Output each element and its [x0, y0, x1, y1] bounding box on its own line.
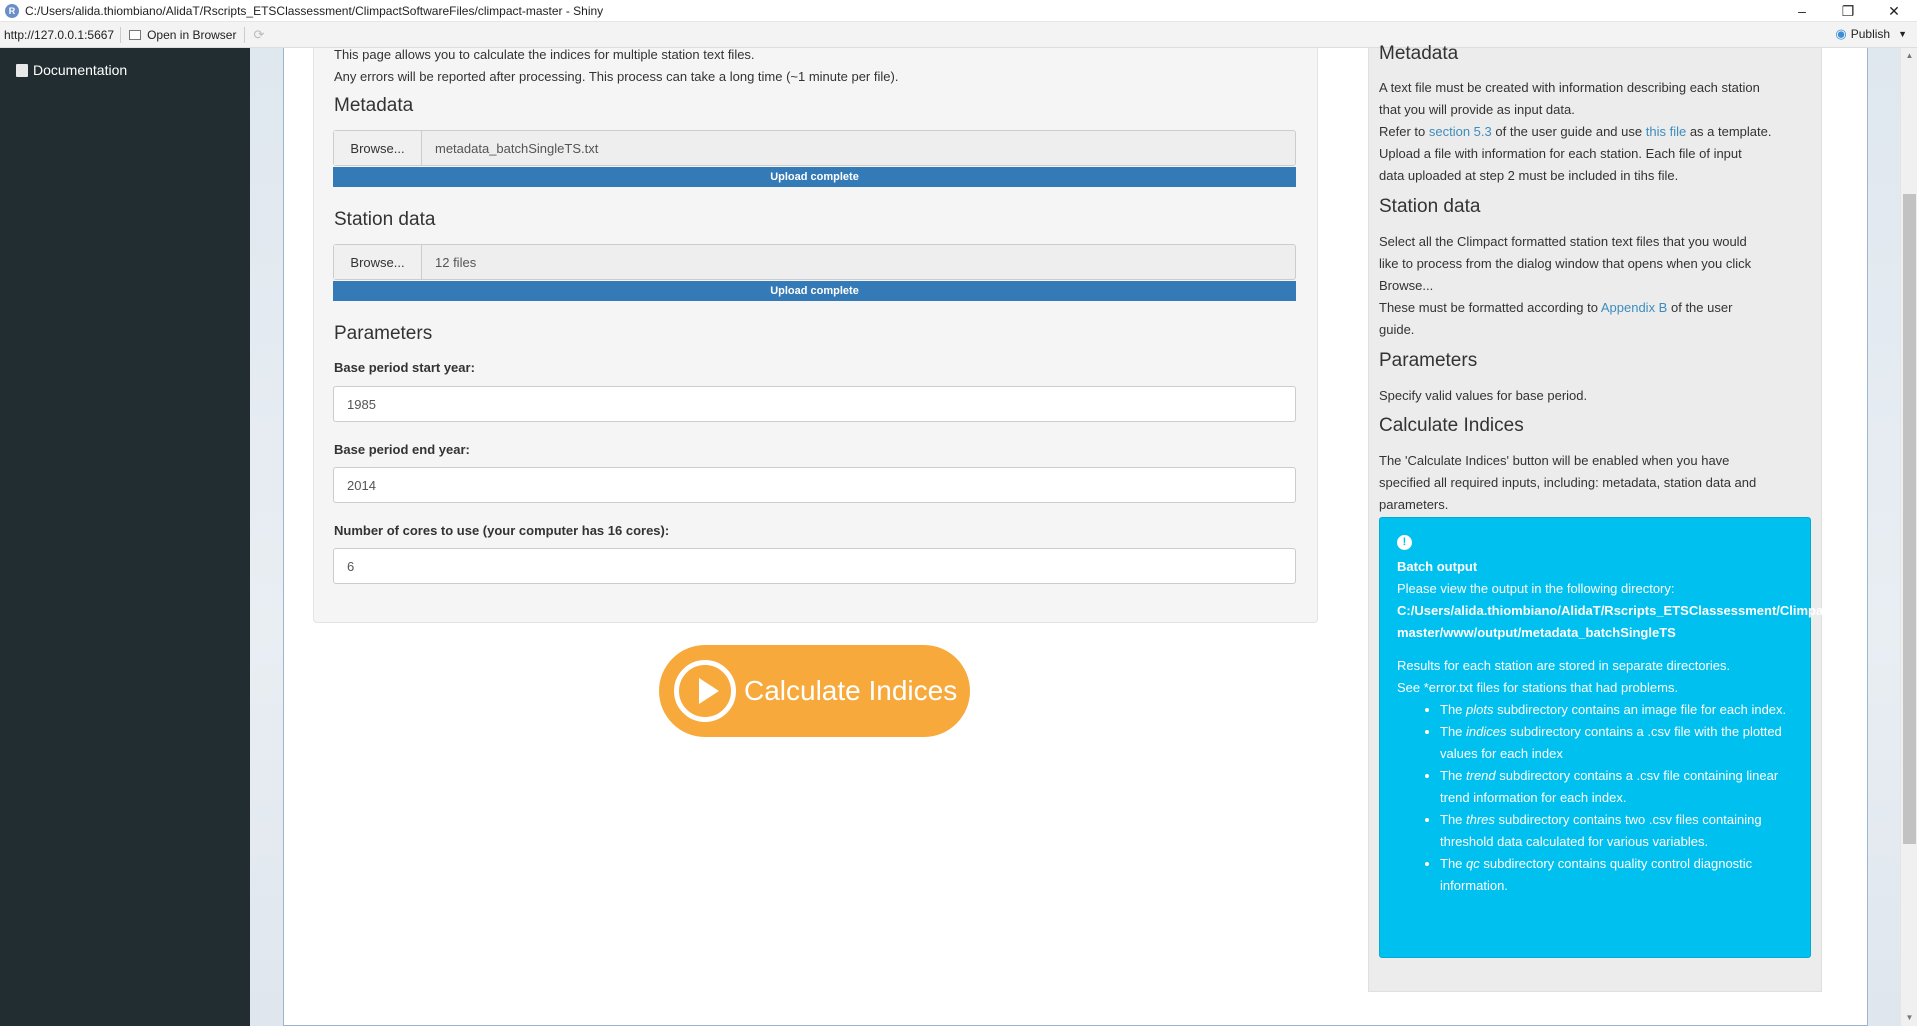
list-item: The qc subdirectory contains quality con…: [1440, 853, 1795, 897]
help-parameters-heading: Parameters: [1379, 350, 1478, 371]
start-year-label: Base period start year:: [334, 360, 475, 375]
info-icon: !: [1397, 535, 1412, 550]
cores-label: Number of cores to use (your computer ha…: [334, 523, 670, 538]
batch-output-alert: ! Batch output Please view the output in…: [1379, 517, 1860, 958]
publish-label: Publish: [1850, 27, 1891, 41]
sidebar-item-label: Documentation: [33, 62, 128, 78]
intro-line-1: This page allows you to calculate the in…: [334, 47, 755, 62]
restore-button[interactable]: ❐: [1825, 0, 1871, 22]
alert-line-3: See *error.txt files for stations that h…: [1397, 680, 1679, 695]
alert-path-2: master/www/output/metadata_batchSingleTS: [1397, 625, 1676, 640]
alert-output-list: The plots subdirectory contains an image…: [1415, 699, 1795, 897]
vertical-scrollbar[interactable]: ▲ ▼: [1900, 48, 1917, 1026]
help-station-text: Select all the Climpact formatted statio…: [1379, 234, 1752, 337]
chevron-down-icon: ▼: [1898, 29, 1907, 39]
sidebar: Documentation: [0, 48, 250, 1026]
section-5-3-link[interactable]: section 5.3: [1429, 124, 1492, 139]
metadata-browse-button[interactable]: Browse...: [334, 131, 422, 165]
help-parameters-text: Specify valid values for base period.: [1379, 388, 1588, 403]
alert-path-1: C:/Users/alida.thiombiano/AlidaT/Rscript…: [1397, 603, 1861, 618]
list-item: The indices subdirectory contains a .csv…: [1440, 721, 1795, 765]
play-icon: [674, 660, 736, 722]
help-calculate-text: The 'Calculate Indices' button will be e…: [1379, 453, 1757, 512]
alert-line-1: Please view the output in the following …: [1397, 581, 1675, 596]
window-controls: – ❐ ✕: [1779, 0, 1917, 22]
cores-input[interactable]: 6: [333, 548, 1296, 584]
publish-icon: ◉: [1835, 26, 1847, 41]
metadata-file-input[interactable]: Browse... metadata_batchSingleTS.txt: [333, 130, 1296, 166]
list-item: The trend subdirectory contains a .csv f…: [1440, 765, 1795, 809]
viewer-toolbar: http://127.0.0.1:5667 Open in Browser ⟳ …: [0, 22, 1917, 48]
publish-button[interactable]: ◉ Publish ▼: [1835, 26, 1907, 42]
rstudio-icon: R: [5, 3, 19, 18]
metadata-progress-label: Upload complete: [333, 167, 1296, 187]
end-year-label: Base period end year:: [334, 442, 470, 457]
alert-title: Batch output: [1397, 559, 1478, 574]
list-item: The plots subdirectory contains an image…: [1440, 699, 1795, 721]
this-file-link[interactable]: this file: [1646, 124, 1686, 139]
close-button[interactable]: ✕: [1871, 0, 1917, 22]
station-upload-progress: Upload complete: [333, 281, 1296, 301]
intro-line-2: Any errors will be reported after proces…: [334, 69, 899, 84]
metadata-file-name: metadata_batchSingleTS.txt: [435, 140, 599, 156]
start-year-input[interactable]: 1985: [333, 386, 1296, 422]
station-progress-label: Upload complete: [333, 281, 1296, 301]
scroll-thumb[interactable]: [1903, 194, 1916, 844]
browser-window-icon: [129, 29, 142, 40]
help-station-heading: Station data: [1379, 196, 1481, 217]
station-browse-button[interactable]: Browse...: [334, 245, 422, 279]
end-year-input[interactable]: 2014: [333, 467, 1296, 503]
calculate-indices-button[interactable]: Calculate Indices: [659, 645, 970, 737]
refresh-icon[interactable]: ⟳: [253, 27, 269, 43]
help-metadata-text: A text file must be created with informa…: [1379, 80, 1772, 183]
station-file-name: 12 files: [435, 254, 477, 270]
station-file-input[interactable]: Browse... 12 files: [333, 244, 1296, 280]
help-calculate-heading: Calculate Indices: [1379, 415, 1524, 436]
minimize-button[interactable]: –: [1779, 0, 1825, 22]
list-item: The thres subdirectory contains two .csv…: [1440, 809, 1795, 853]
window-titlebar: R C:/Users/alida.thiombiano/AlidaT/Rscri…: [0, 0, 1917, 22]
book-icon: [16, 63, 28, 77]
window-title: C:/Users/alida.thiombiano/AlidaT/Rscript…: [25, 3, 604, 18]
metadata-heading: Metadata: [334, 95, 414, 116]
intro-text: This page allows you to calculate the in…: [334, 44, 898, 88]
calculate-indices-label: Calculate Indices: [744, 675, 958, 706]
parameters-heading: Parameters: [334, 323, 433, 344]
scroll-down-icon[interactable]: ▼: [1901, 1010, 1917, 1026]
alert-line-2: Results for each station are stored in s…: [1397, 658, 1731, 673]
open-in-browser-button[interactable]: Open in Browser: [121, 26, 246, 43]
sidebar-item-documentation[interactable]: Documentation: [0, 48, 250, 78]
station-data-heading: Station data: [334, 209, 436, 230]
metadata-upload-progress: Upload complete: [333, 167, 1296, 187]
url-text[interactable]: http://127.0.0.1:5667: [0, 26, 122, 43]
help-metadata-heading: Metadata: [1379, 43, 1459, 64]
appendix-b-link[interactable]: Appendix B: [1601, 300, 1668, 315]
open-in-browser-label: Open in Browser: [147, 27, 237, 42]
scroll-up-icon[interactable]: ▲: [1901, 48, 1917, 64]
